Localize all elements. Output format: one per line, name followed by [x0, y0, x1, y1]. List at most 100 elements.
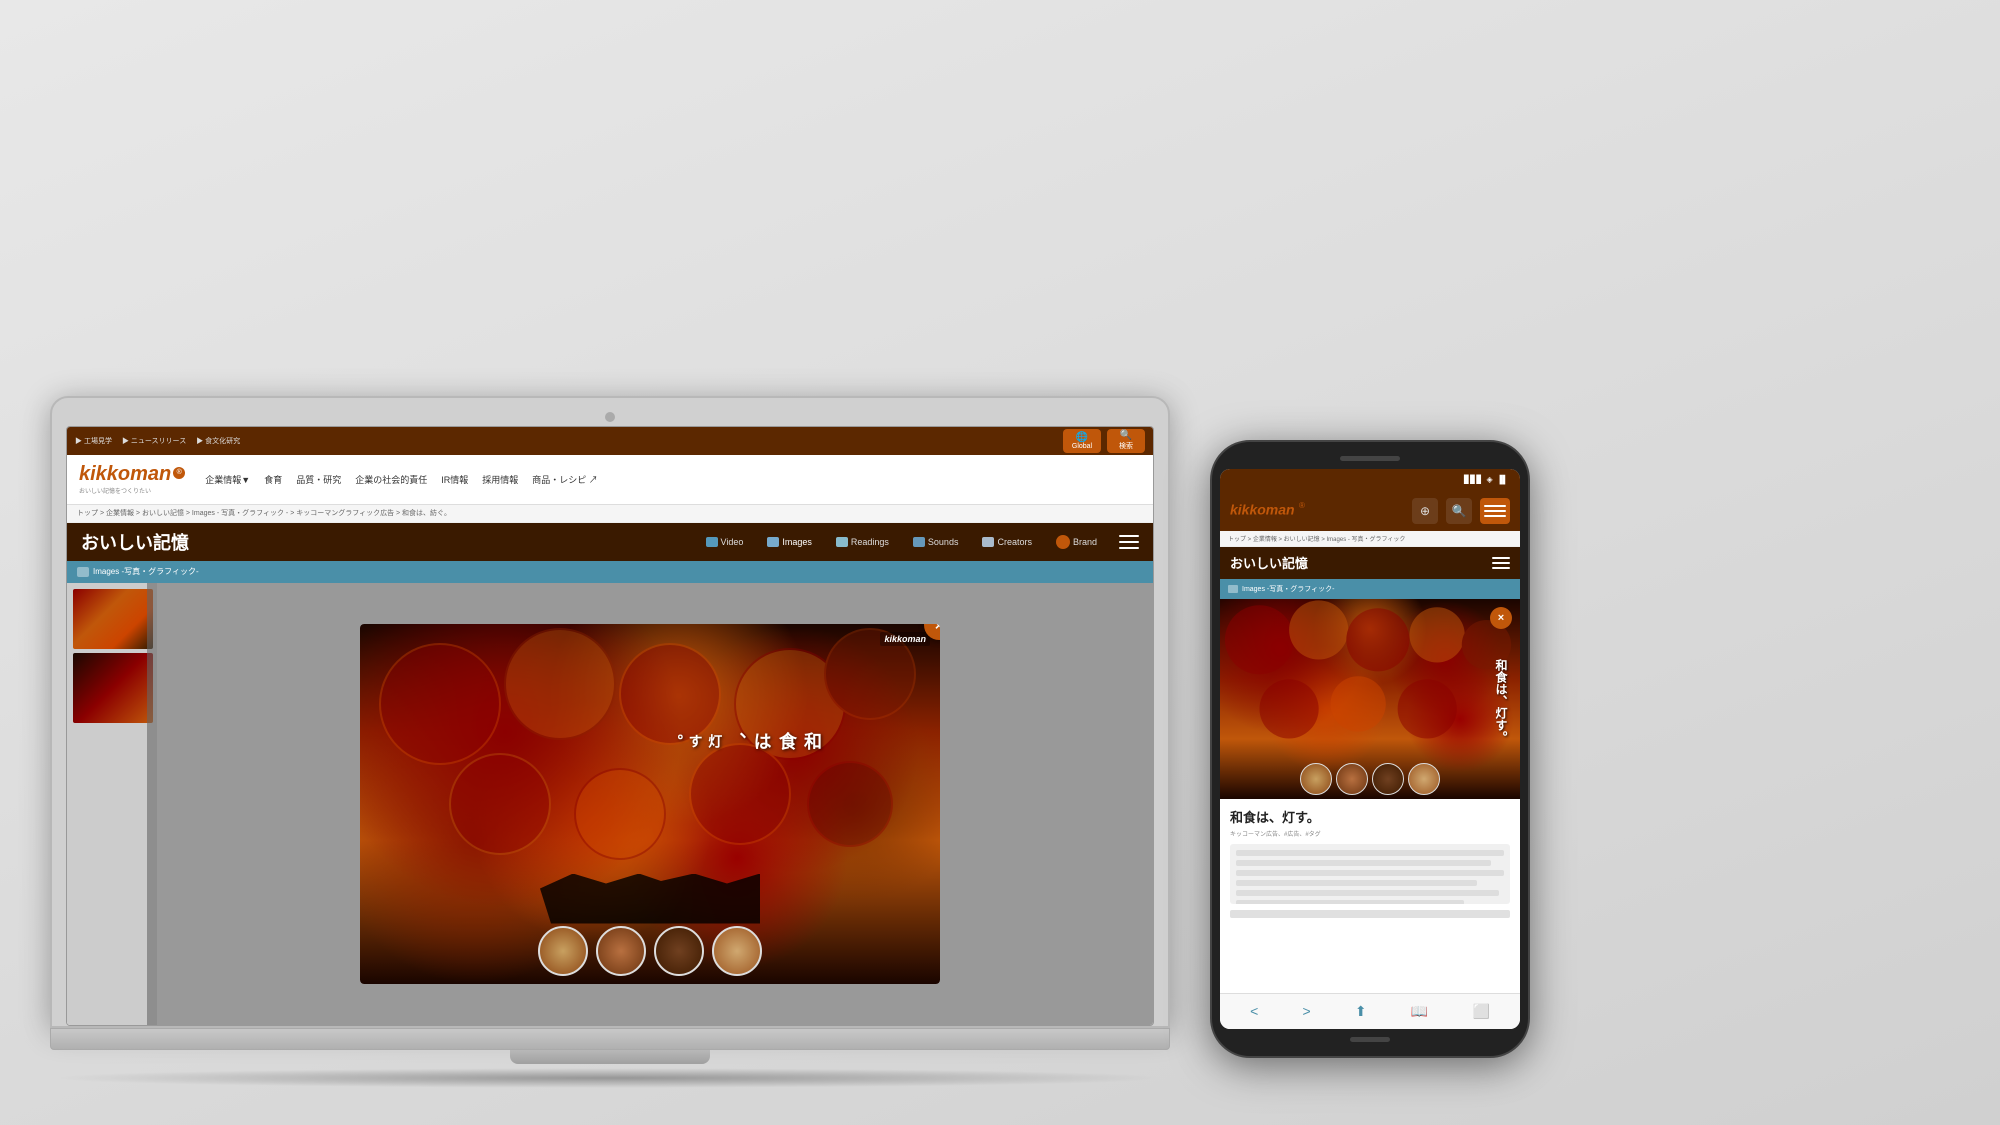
phone-home-indicator — [1350, 1037, 1390, 1042]
image-modal: kikkoman 和 食 は 、 灯 す 。 — [360, 624, 940, 984]
images-section-icon — [77, 567, 89, 577]
nav-education[interactable]: 食育 — [264, 473, 282, 486]
tab-creators[interactable]: Creators — [970, 533, 1044, 551]
text-line-4 — [1236, 880, 1477, 886]
phone-dish-3 — [1372, 763, 1404, 795]
tab-sounds[interactable]: Sounds — [901, 533, 971, 551]
phone-content-tags: キッコーマン広告、#広告、#タグ — [1230, 829, 1510, 838]
dish-1 — [538, 926, 588, 976]
phone-images-icon — [1228, 585, 1238, 593]
laptop-shadow — [50, 1068, 1170, 1088]
thumbnail-item-2[interactable] — [73, 653, 153, 723]
laptop-top-bar: ▶ 工場見学 ▶ ニュースリリース ▶ 食文化研究 🌐 Global 🔍 検索 — [67, 427, 1153, 455]
wifi-icon: ◈ — [1487, 475, 1493, 484]
phone-dish-1 — [1300, 763, 1332, 795]
kikkoman-logo[interactable]: kikkoman® — [79, 463, 185, 486]
phone-header-right: ⊕ 🔍 — [1412, 498, 1510, 524]
image-modal-overlay: kikkoman 和 食 は 、 灯 す 。 — [147, 583, 1153, 1025]
phone-kikkoman-logo[interactable]: kikkoman ® — [1230, 501, 1305, 519]
nav-csr[interactable]: 企業の社会的責任 — [355, 473, 427, 486]
battery-icon: ▐▌ — [1497, 475, 1508, 484]
laptop-camera — [605, 412, 615, 422]
sub-nav: Images -写真・グラフィック- — [67, 561, 1153, 583]
phone-bookmarks-button[interactable]: 📖 — [1411, 1003, 1428, 1020]
phone-frame: ▊▊▊ ◈ ▐▌ kikkoman ® ⊕ — [1210, 440, 1530, 1058]
thumbnail-item-1[interactable] — [73, 589, 153, 649]
laptop-main-nav: kikkoman® おいしい記憶をつくりたい 企業情報▼ 食育 品質・研究 企業… — [67, 455, 1153, 505]
phone-sub-nav-label: Images -写真・グラフィック- — [1242, 584, 1334, 594]
dish-3 — [654, 926, 704, 976]
phone-menu-button[interactable] — [1480, 498, 1510, 524]
laptop-frame: ▶ 工場見学 ▶ ニュースリリース ▶ 食文化研究 🌐 Global 🔍 検索 — [50, 396, 1170, 1028]
phone-search-icon: 🔍 — [1452, 504, 1467, 518]
tab-images[interactable]: Images — [755, 533, 824, 551]
news-link[interactable]: ▶ ニュースリリース — [122, 436, 186, 446]
modal-dishes — [538, 926, 762, 976]
text-line-6 — [1236, 900, 1464, 904]
phone-image-area: 和食は、灯す。 × — [1220, 599, 1520, 799]
hamburger-menu-icon[interactable] — [1119, 535, 1139, 549]
top-bar-right: 🌐 Global 🔍 検索 — [1063, 429, 1145, 453]
phone-breadcrumb: トップ > 企業情報 > おいしい記憶 > Images - 写真・グラフィック — [1220, 531, 1520, 547]
laptop-stand — [510, 1050, 710, 1064]
phone-back-button[interactable]: < — [1250, 1003, 1258, 1019]
global-button[interactable]: 🌐 Global — [1063, 429, 1101, 453]
phone-content-area: 和食は、灯す。 キッコーマン広告、#広告、#タグ — [1220, 799, 1520, 926]
nav-recruit[interactable]: 採用情報 — [482, 473, 518, 486]
tab-video[interactable]: Video — [694, 533, 756, 551]
phone-status-bar: ▊▊▊ ◈ ▐▌ — [1220, 469, 1520, 491]
status-icons: ▊▊▊ ◈ ▐▌ — [1464, 475, 1508, 484]
phone-forward-button[interactable]: > — [1302, 1003, 1310, 1019]
nav-company[interactable]: 企業情報▼ — [205, 473, 250, 486]
phone-bottom-bar: < > ⬆ 📖 ⬜ — [1220, 993, 1520, 1029]
main-nav-items: 企業情報▼ 食育 品質・研究 企業の社会的責任 IR情報 採用情報 商品・レシピ… — [205, 473, 598, 486]
phone-hamburger-icon[interactable] — [1492, 557, 1510, 569]
text-line-1 — [1236, 850, 1504, 856]
phone-header: kikkoman ® ⊕ 🔍 — [1220, 491, 1520, 531]
laptop-device: ▶ 工場見学 ▶ ニュースリリース ▶ 食文化研究 🌐 Global 🔍 検索 — [50, 396, 1170, 1088]
sub-nav-label: Images -写真・グラフィック- — [77, 566, 199, 577]
dish-4 — [712, 926, 762, 976]
text-line-5 — [1236, 890, 1499, 896]
tab-readings[interactable]: Readings — [824, 533, 901, 551]
modal-image: kikkoman 和 食 は 、 灯 す 。 — [360, 624, 940, 984]
tab-brand[interactable]: Brand — [1044, 531, 1109, 553]
laptop-base — [50, 1028, 1170, 1050]
phone-globe-icon: ⊕ — [1420, 504, 1430, 518]
phone-text-block — [1230, 844, 1510, 904]
dish-2 — [596, 926, 646, 976]
phone-sub-header: Images -写真・グラフィック- — [1220, 579, 1520, 599]
food-culture-link[interactable]: ▶ 食文化研究 — [196, 436, 240, 446]
signal-icon: ▊▊▊ — [1464, 475, 1482, 484]
phone-progress-bar — [1230, 910, 1510, 918]
phone-modal-text: 和食は、灯す。 — [1493, 659, 1510, 743]
scene: ▶ 工場見学 ▶ ニュースリリース ▶ 食文化研究 🌐 Global 🔍 検索 — [50, 38, 1950, 1088]
laptop-screen: ▶ 工場見学 ▶ ニュースリリース ▶ 食文化研究 🌐 Global 🔍 検索 — [66, 426, 1154, 1026]
phone-global-button[interactable]: ⊕ — [1412, 498, 1438, 524]
logo-area: kikkoman® おいしい記憶をつくりたい — [79, 463, 185, 495]
factory-link[interactable]: ▶ 工場見学 — [75, 436, 112, 446]
page-title: おいしい記憶 — [81, 529, 189, 555]
nav-ir[interactable]: IR情報 — [441, 473, 468, 486]
phone-search-button[interactable]: 🔍 — [1446, 498, 1472, 524]
breadcrumb: トップ > 企業情報 > おいしい記憶 > Images - 写真・グラフィック… — [67, 505, 1153, 523]
phone-share-button[interactable]: ⬆ — [1355, 1003, 1367, 1020]
nav-quality[interactable]: 品質・研究 — [296, 473, 341, 486]
modal-title-jp: 和 食 は 、 灯 す 。 — [664, 732, 824, 750]
phone-screen: ▊▊▊ ◈ ▐▌ kikkoman ® ⊕ — [1220, 469, 1520, 1029]
text-line-3 — [1236, 870, 1504, 876]
phone-content-title: 和食は、灯す。 — [1230, 807, 1510, 826]
main-content: kikkoman 和 食 は 、 灯 す 。 — [67, 583, 1153, 1025]
top-bar-links: ▶ 工場見学 ▶ ニュースリリース ▶ 食文化研究 — [75, 436, 240, 446]
phone-close-button[interactable]: × — [1490, 607, 1512, 629]
content-nav: おいしい記憶 Video Images Readings — [67, 523, 1153, 561]
phone-page-title: おいしい記憶 — [1230, 553, 1308, 572]
phone-device: ▊▊▊ ◈ ▐▌ kikkoman ® ⊕ — [1210, 440, 1530, 1058]
phone-tabs-button[interactable]: ⬜ — [1472, 1003, 1489, 1020]
search-button[interactable]: 🔍 検索 — [1107, 429, 1145, 453]
modal-kikkoman-logo: kikkoman — [880, 632, 930, 646]
phone-logo-mark: ® — [1299, 501, 1305, 510]
modal-text-overlay: 和 食 は 、 灯 す 。 — [664, 732, 824, 750]
phone-dishes-row — [1300, 763, 1440, 795]
nav-products[interactable]: 商品・レシピ ↗ — [532, 473, 598, 486]
